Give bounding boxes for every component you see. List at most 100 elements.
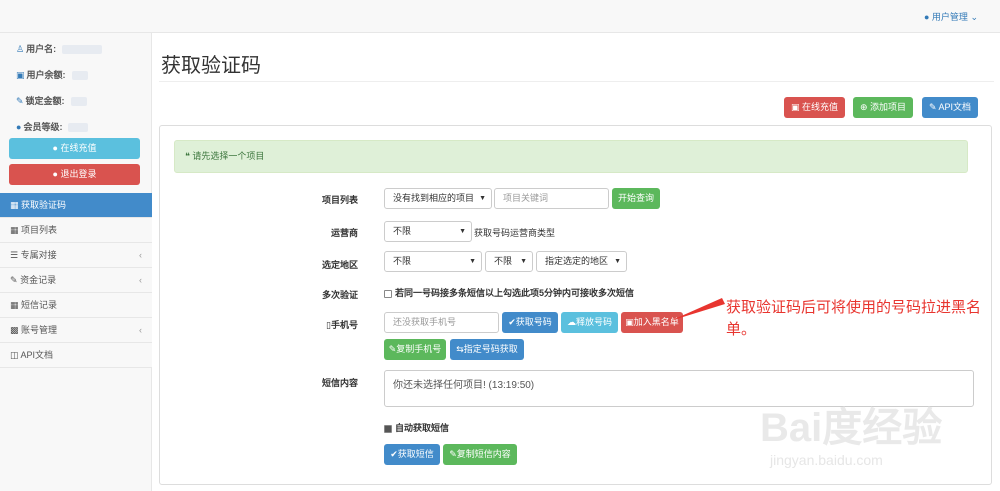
- phone-label: ▯手机号: [298, 318, 358, 331]
- sidebar-item-api-doc[interactable]: ◫ API文档: [0, 343, 152, 368]
- table-icon: ▦: [10, 300, 19, 310]
- multi-verify-label: 多次验证: [321, 290, 358, 300]
- level-row: ● 会员等级:: [16, 120, 89, 133]
- sidebar-item-get-code[interactable]: ▦ 获取验证码: [0, 193, 152, 218]
- sidebar-item-label: 资金记录: [20, 275, 57, 285]
- get-number-label: 获取号码: [515, 317, 552, 327]
- cloud-icon: ☁: [566, 317, 576, 327]
- multi-verify-checkbox[interactable]: 若同一号码接多条短信以上勾选此项5分钟内可接收多次短信: [384, 286, 634, 299]
- project-select-value: 没有找到相应的项目: [393, 193, 475, 203]
- caret-down-icon: ▼: [614, 258, 621, 265]
- caret-down-icon: ▼: [459, 228, 466, 235]
- assign-number-button[interactable]: ⇆指定号码获取: [450, 339, 524, 360]
- laptop-icon: ▣: [790, 102, 800, 112]
- caret-down-icon: ▼: [520, 258, 527, 265]
- locked-value-redacted: [70, 97, 87, 107]
- table-icon: ▦: [10, 200, 19, 210]
- sidebar-item-label: 专属对接: [20, 250, 57, 260]
- balance-row: ▣ 用户余额:: [16, 68, 88, 81]
- checkbox-icon: [384, 289, 392, 298]
- get-sms-label: 获取短信: [397, 449, 434, 459]
- annotation-arrow-icon: [670, 298, 725, 321]
- chevron-down-icon: ⌄: [970, 12, 978, 22]
- phone-input[interactable]: 还没获取手机号: [384, 312, 499, 333]
- region-select-3-value: 指定选定的地区: [545, 256, 609, 266]
- assign-number-label: 指定号码获取: [463, 344, 518, 354]
- watermark-url: jingyan.baidu.com: [770, 452, 883, 468]
- username-row: ♙ 用户名:: [16, 42, 103, 55]
- region-select-2[interactable]: 不限 ▼: [485, 251, 533, 272]
- money-icon: ▣: [16, 70, 25, 80]
- project-keyword-input[interactable]: 项目关键词: [494, 188, 609, 209]
- api-doc-label: API文档: [938, 102, 972, 112]
- sms-content-label: 短信内容: [321, 378, 358, 388]
- carrier-select-value: 不限: [393, 226, 412, 236]
- sidebar-item-funds[interactable]: ✎ 资金记录 ‹: [0, 268, 152, 293]
- check-icon: ✔: [508, 317, 516, 327]
- search-button[interactable]: 开始查询: [612, 188, 660, 209]
- user-menu-dropdown[interactable]: ● 用户管理 ⌄: [924, 10, 978, 23]
- sidebar-item-label: 获取验证码: [21, 200, 67, 210]
- chart-icon: ▩: [10, 325, 19, 335]
- region-select-1[interactable]: 不限 ▼: [384, 251, 482, 272]
- sidebar-item-project-list[interactable]: ▦ 项目列表: [0, 218, 152, 243]
- chevron-left-icon: ‹: [139, 250, 142, 260]
- sidebar-nav: ▦ 获取验证码 ▦ 项目列表 ☰ 专属对接 ‹ ✎ 资金记录 ‹ ▦ 短信记录 ▩ …: [0, 193, 152, 368]
- sidebar-item-label: 项目列表: [21, 225, 58, 235]
- user-icon: ●: [923, 12, 930, 22]
- add-project-button[interactable]: ⊕ 添加项目: [853, 97, 913, 118]
- auto-get-sms-checkbox[interactable]: 自动获取短信: [384, 421, 449, 434]
- film-icon: ◫: [10, 350, 19, 360]
- level-value-redacted: [68, 123, 89, 133]
- get-number-button[interactable]: ✔获取号码: [502, 312, 558, 333]
- user-menu-label: 用户管理: [931, 12, 968, 22]
- check-icon: ✔: [390, 449, 398, 459]
- locked-row: ✎ 锁定金额:: [16, 94, 87, 107]
- balance-label: 用户余额:: [26, 70, 66, 80]
- copy-phone-button[interactable]: ✎复制手机号: [384, 339, 446, 360]
- quote-icon: ❝: [185, 151, 190, 161]
- sidebar-item-label: 账号管理: [21, 325, 58, 335]
- carrier-hint: 获取号码运营商类型: [474, 228, 556, 238]
- release-number-button[interactable]: ☁释放号码: [561, 312, 618, 333]
- sidebar-item-sms-records[interactable]: ▦ 短信记录: [0, 293, 152, 318]
- carrier-select[interactable]: 不限 ▼: [384, 221, 472, 242]
- recharge-button[interactable]: ▣ 在线充值: [784, 97, 845, 118]
- region-select-3[interactable]: 指定选定的地区 ▼: [536, 251, 627, 272]
- edit-icon: ✎: [449, 449, 457, 459]
- sidebar-item-label: 短信记录: [21, 300, 58, 310]
- sidebar: ♙ 用户名: ▣ 用户余额: ✎ 锁定金额: ● 会员等级: ● 在线充值 ● 退出登录…: [0, 33, 152, 491]
- list-icon: ☰: [10, 250, 19, 260]
- locked-label: 锁定金额:: [25, 96, 65, 106]
- region-select-2-value: 不限: [494, 256, 513, 266]
- balance-value-redacted: [71, 71, 88, 81]
- tag-icon: ✎: [16, 96, 24, 106]
- sidebar-item-account[interactable]: ▩ 账号管理 ‹: [0, 318, 152, 343]
- divider: [159, 81, 994, 82]
- edit-icon: ✎: [928, 102, 937, 112]
- level-label: 会员等级:: [23, 122, 63, 132]
- lock-icon: ▣: [625, 317, 634, 327]
- auto-get-sms-label: 自动获取短信: [395, 423, 450, 433]
- get-sms-button[interactable]: ✔获取短信: [384, 444, 440, 465]
- sidebar-recharge-label: 在线充值: [60, 143, 97, 153]
- copy-sms-button[interactable]: ✎复制短信内容: [443, 444, 517, 465]
- caret-down-icon: ▼: [479, 195, 486, 202]
- api-doc-button[interactable]: ✎ API文档: [922, 97, 978, 118]
- carrier-label: 运营商: [330, 228, 358, 238]
- plus-icon: ⊕: [859, 102, 868, 112]
- user-icon: ♙: [16, 44, 25, 54]
- add-project-label: 添加项目: [870, 102, 907, 112]
- checkbox-checked-icon: [384, 424, 392, 433]
- project-select[interactable]: 没有找到相应的项目 ▼: [384, 188, 492, 209]
- copy-phone-label: 复制手机号: [396, 344, 442, 354]
- sidebar-item-dedicated[interactable]: ☰ 专属对接 ‹: [0, 243, 152, 268]
- chevron-left-icon: ‹: [139, 275, 142, 285]
- project-list-label: 项目列表: [321, 195, 358, 205]
- table-icon: ▦: [10, 225, 19, 235]
- region-label: 选定地区: [321, 260, 358, 270]
- caret-down-icon: ▼: [469, 258, 476, 265]
- apple-icon: ●: [16, 122, 22, 132]
- logout-button[interactable]: ● 退出登录: [9, 164, 140, 185]
- sidebar-recharge-button[interactable]: ● 在线充值: [9, 138, 140, 159]
